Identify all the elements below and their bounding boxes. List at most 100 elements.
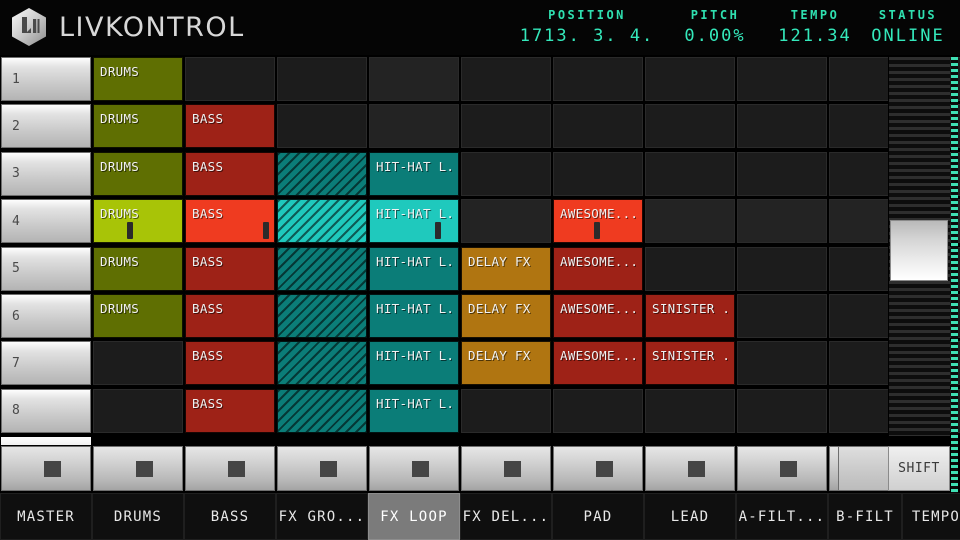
clip-slot[interactable] bbox=[737, 294, 827, 338]
clip-slot[interactable] bbox=[553, 57, 643, 101]
clip-slot[interactable] bbox=[93, 388, 183, 433]
clip-slot[interactable]: BASS bbox=[185, 246, 275, 291]
clip-slot[interactable] bbox=[277, 104, 367, 149]
clip-slot[interactable]: BASS bbox=[185, 294, 275, 338]
clip-slot[interactable] bbox=[461, 151, 551, 196]
track-tab-b-filt[interactable]: B-FILT bbox=[828, 493, 902, 540]
scene-launch-button[interactable]: 8 bbox=[1, 388, 91, 433]
track-stop-button[interactable] bbox=[645, 446, 735, 491]
clip-slot[interactable]: HIT-HAT L... bbox=[369, 294, 459, 338]
track-tab-fx-del[interactable]: FX DEL... bbox=[460, 493, 552, 540]
clip-slot[interactable]: DRUMS bbox=[93, 151, 183, 196]
clip-slot[interactable] bbox=[645, 104, 735, 149]
track-stop-button[interactable] bbox=[737, 446, 827, 491]
scene-launch-button[interactable]: 3 bbox=[1, 151, 91, 196]
track-stop-button[interactable] bbox=[277, 446, 367, 491]
track-tab-master[interactable]: MASTER bbox=[0, 493, 92, 540]
clip-slot[interactable]: BASS bbox=[185, 341, 275, 386]
clip-slot[interactable]: DELAY FX bbox=[461, 294, 551, 338]
clip-slot[interactable]: AWESOME... bbox=[553, 294, 643, 338]
clip-slot[interactable]: AWESOME... bbox=[553, 199, 643, 244]
clip-slot[interactable]: HIT-HAT L... bbox=[369, 388, 459, 433]
clip-slot[interactable] bbox=[737, 57, 827, 101]
clip-slot[interactable] bbox=[737, 151, 827, 196]
clip-slot[interactable] bbox=[277, 57, 367, 101]
clip-slot[interactable] bbox=[461, 104, 551, 149]
track-stop-button[interactable] bbox=[461, 446, 551, 491]
clip-slot[interactable] bbox=[645, 199, 735, 244]
clip-slot[interactable] bbox=[553, 104, 643, 149]
track-stop-button[interactable] bbox=[1, 446, 91, 491]
clip-slot[interactable]: BASS bbox=[185, 151, 275, 196]
clip-slot[interactable] bbox=[737, 388, 827, 433]
clip-slot[interactable]: HIT-HAT L... bbox=[369, 151, 459, 196]
track-tab-pad[interactable]: PAD bbox=[552, 493, 644, 540]
clip-slot[interactable] bbox=[461, 57, 551, 101]
clip-slot[interactable] bbox=[461, 199, 551, 244]
clip-slot[interactable] bbox=[553, 151, 643, 196]
clip-slot[interactable] bbox=[369, 57, 459, 101]
clip-slot[interactable]: DELAY FX bbox=[461, 246, 551, 291]
clip-slot[interactable]: DRUMS bbox=[93, 104, 183, 149]
scene-scrollbar[interactable] bbox=[888, 57, 950, 436]
clip-slot[interactable]: DELAY FX bbox=[461, 341, 551, 386]
clip-slot[interactable] bbox=[461, 388, 551, 433]
clip-slot[interactable] bbox=[277, 151, 367, 196]
clip-slot[interactable]: DRUMS bbox=[93, 199, 183, 244]
clip-slot[interactable]: DRUMS bbox=[93, 246, 183, 291]
clip-slot[interactable] bbox=[277, 341, 367, 386]
clip-slot[interactable] bbox=[737, 104, 827, 149]
clip-slot[interactable]: AWESOME... bbox=[553, 341, 643, 386]
clip-slot[interactable]: SINISTER ... bbox=[645, 294, 735, 338]
clip-slot[interactable] bbox=[93, 341, 183, 386]
clip-slot[interactable] bbox=[645, 246, 735, 291]
track-stop-button[interactable] bbox=[553, 446, 643, 491]
clip-slot[interactable] bbox=[277, 199, 367, 244]
shift-button[interactable]: SHIFT bbox=[888, 446, 950, 491]
clip-slot[interactable]: DRUMS bbox=[93, 57, 183, 101]
clip-slot[interactable] bbox=[737, 246, 827, 291]
clip-slot[interactable] bbox=[369, 104, 459, 149]
scene-launch-button[interactable]: 1 bbox=[1, 57, 91, 101]
track-stop-button[interactable] bbox=[185, 446, 275, 491]
track-tab-fx-loop[interactable]: FX LOOP bbox=[368, 493, 460, 540]
scrollbar-thumb[interactable] bbox=[890, 219, 948, 281]
clip-slot[interactable]: HIT-HAT L... bbox=[369, 199, 459, 244]
clip-slot[interactable]: AWESOME... bbox=[553, 246, 643, 291]
clip-slot[interactable] bbox=[185, 57, 275, 101]
clip-slot[interactable]: BASS bbox=[185, 388, 275, 433]
clip-slot[interactable] bbox=[553, 388, 643, 433]
clip-slot[interactable] bbox=[737, 199, 827, 244]
clip-slot[interactable]: HIT-HAT L... bbox=[369, 246, 459, 291]
clip-name: DRUMS bbox=[100, 158, 140, 174]
track-tab-lead[interactable]: LEAD bbox=[644, 493, 736, 540]
clip-slot[interactable]: DRUMS bbox=[93, 294, 183, 338]
track-tab-drums[interactable]: DRUMS bbox=[92, 493, 184, 540]
shift-backdrop bbox=[838, 446, 890, 491]
clip-slot[interactable] bbox=[645, 388, 735, 433]
scene-launch-button[interactable]: 6 bbox=[1, 294, 91, 338]
scene-launch-button[interactable]: 7 bbox=[1, 341, 91, 386]
clip-slot[interactable] bbox=[737, 341, 827, 386]
stop-square-icon bbox=[136, 460, 153, 477]
scene-launch-button[interactable]: 4 bbox=[1, 199, 91, 244]
clip-slot[interactable] bbox=[645, 151, 735, 196]
clip-slot[interactable] bbox=[645, 57, 735, 101]
clip-slot[interactable]: HIT-HAT L... bbox=[369, 341, 459, 386]
track-tab-tempo[interactable]: TEMPO bbox=[902, 493, 960, 540]
clip-slot[interactable] bbox=[277, 294, 367, 338]
scene-launch-button[interactable]: 2 bbox=[1, 104, 91, 149]
scene-launch-button[interactable]: 5 bbox=[1, 246, 91, 291]
clip-name: DRUMS bbox=[100, 64, 140, 79]
track-tab-a-filt[interactable]: A-FILT... bbox=[736, 493, 828, 540]
track-tab-bass[interactable]: BASS bbox=[184, 493, 276, 540]
track-stop-button[interactable] bbox=[369, 446, 459, 491]
track-stop-button[interactable] bbox=[93, 446, 183, 491]
clip-slot[interactable] bbox=[277, 246, 367, 291]
clip-slot[interactable] bbox=[277, 388, 367, 433]
track-tab-fx-gro[interactable]: FX GRO... bbox=[276, 493, 368, 540]
clip-slot[interactable]: BASS bbox=[185, 199, 275, 244]
clip-slot[interactable]: BASS bbox=[185, 104, 275, 149]
clip-name: DELAY FX bbox=[468, 301, 531, 316]
clip-slot[interactable]: SINISTER ... bbox=[645, 341, 735, 386]
